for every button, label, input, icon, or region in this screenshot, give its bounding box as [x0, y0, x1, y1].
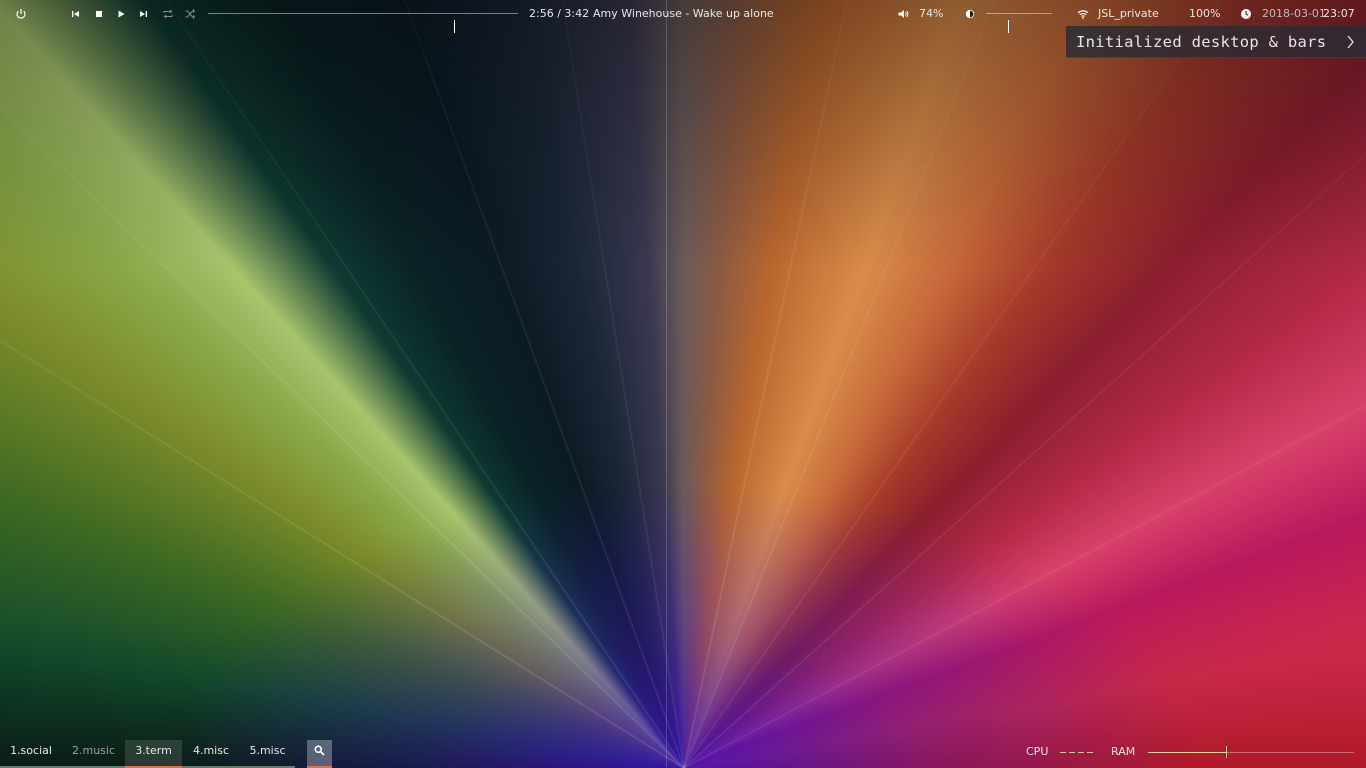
ram-meter: [1148, 746, 1354, 758]
brightness-handle[interactable]: [1007, 20, 1009, 33]
play-icon[interactable]: [115, 8, 127, 20]
repeat-icon[interactable]: [162, 8, 174, 20]
wifi-icon[interactable]: [1077, 8, 1089, 20]
search-icon: [314, 745, 325, 759]
workspace-label: 2.music: [71, 744, 116, 757]
cpu-label: CPU: [1026, 745, 1049, 758]
bottom-bar: 1.social 2.music 3.term 4.misc 5.misc CP…: [0, 740, 1366, 768]
now-playing-title: Amy Winehouse - Wake up alone: [593, 7, 774, 20]
workspace-5[interactable]: 5.misc: [240, 740, 295, 768]
workspace-label: 5.misc: [249, 744, 286, 757]
workspace-2[interactable]: 2.music: [62, 740, 125, 768]
notification-popup[interactable]: Initialized desktop & bars: [1066, 26, 1366, 58]
clock-icon: [1240, 8, 1252, 20]
wifi-ssid[interactable]: JSL_private: [1098, 0, 1159, 28]
ram-label: RAM: [1111, 745, 1136, 758]
power-icon[interactable]: [15, 8, 27, 20]
stop-icon[interactable]: [93, 8, 105, 20]
previous-track-icon[interactable]: [70, 8, 82, 20]
track-time: 2:56 / 3:42: [529, 7, 590, 20]
volume-icon[interactable]: [897, 8, 909, 20]
clock-time: 23:07: [1323, 7, 1355, 20]
shuffle-icon[interactable]: [184, 8, 196, 20]
next-track-icon[interactable]: [137, 8, 149, 20]
volume-level[interactable]: 74%: [919, 0, 943, 28]
seek-handle[interactable]: [453, 20, 455, 33]
desktop-wallpaper: [0, 0, 1366, 768]
notification-text: Initialized desktop & bars: [1076, 33, 1327, 51]
chevron-right-icon[interactable]: [1346, 26, 1356, 69]
brightness-icon[interactable]: [964, 8, 976, 20]
workspace-1[interactable]: 1.social: [0, 740, 62, 768]
clock-date: 2018-03-01: [1262, 7, 1326, 20]
seek-bar[interactable]: [208, 13, 518, 33]
brightness-slider[interactable]: [986, 13, 1052, 33]
search-button[interactable]: [307, 740, 332, 768]
battery-level: 100%: [1189, 7, 1221, 20]
cpu-graph: [1060, 752, 1093, 753]
top-bar: 2:56 / 3:42 Amy Winehouse - Wake up alon…: [0, 0, 1366, 33]
workspace-label: 1.social: [10, 744, 52, 757]
ram-meter-fill: [1148, 752, 1227, 753]
workspace-label: 3.term: [135, 744, 172, 757]
ram-meter-marker: [1226, 746, 1228, 758]
workspace-4[interactable]: 4.misc: [182, 740, 240, 768]
workspace-label: 4.misc: [192, 744, 230, 757]
workspace-3[interactable]: 3.term: [125, 740, 182, 768]
